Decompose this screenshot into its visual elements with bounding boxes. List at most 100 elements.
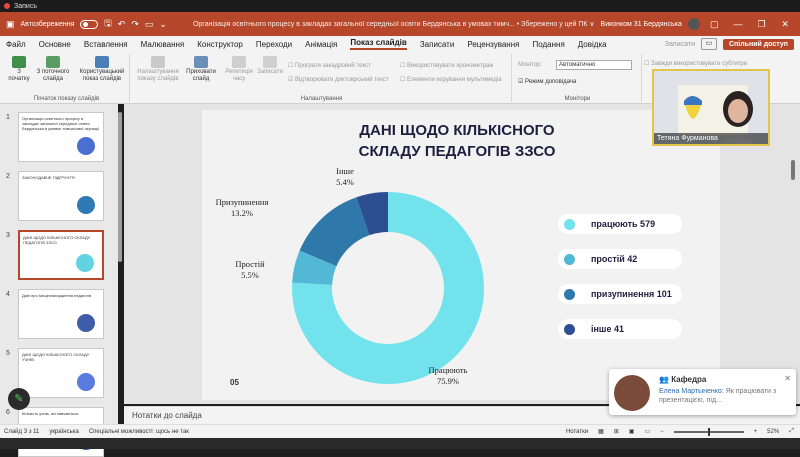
autosave-label: Автозбереження (20, 20, 75, 28)
menu-tab-1[interactable]: Файл (6, 40, 26, 49)
record-label: Записати (257, 69, 283, 75)
thumbnail-graphic (77, 137, 95, 155)
thumbnail-number: 3 (6, 232, 10, 239)
redo-icon[interactable]: ↷ (131, 19, 139, 30)
play-icon (12, 56, 26, 68)
thumbnails-scrollbar[interactable] (118, 112, 122, 262)
fit-to-window-icon[interactable]: ⤢ (789, 428, 800, 435)
slide-sorter-icon[interactable]: ⊞ (614, 428, 619, 435)
menu-tab-2[interactable]: Основне (39, 40, 71, 49)
current-slide[interactable]: Працюють 75.9% Простій 5.5% Призупинення 13.2… (202, 110, 720, 400)
from-current-button[interactable]: З поточного слайда (34, 56, 72, 83)
autosave-toggle[interactable] (80, 19, 99, 29)
hide-slide-label: Приховати слайд (186, 69, 216, 82)
record-button[interactable]: Записати (665, 41, 695, 48)
chat-notification[interactable]: 👥 Кафедра Елена Мартыненко: Як працювати… (609, 369, 796, 415)
legend-label: простій 42 (591, 254, 638, 264)
zoom-in-icon[interactable]: + (754, 429, 758, 435)
thumbnail-number: 2 (6, 173, 10, 180)
slide-thumbnail[interactable]: Дані про місцезнаходження педагогів (18, 289, 104, 339)
setup-show-button[interactable]: Налаштування показу слайдів (136, 56, 180, 83)
canvas-scrollbar[interactable] (791, 160, 795, 180)
undo-icon[interactable]: ↶ (118, 19, 126, 30)
slice-percent-3: 13.2% (231, 208, 253, 218)
thumbnail-title: ДАНІ ЩОДО КІЛЬКІСНОГО СКЛАДУ УЧНІВ (22, 352, 90, 362)
customize-toolbar-icon[interactable]: ⌄ (159, 19, 167, 30)
menu-tab-8[interactable]: Показ слайдів (350, 38, 407, 50)
zoom-out-icon[interactable]: − (660, 429, 664, 435)
taskbar (0, 438, 800, 449)
save-icon[interactable]: 🖫 (104, 16, 112, 32)
close-icon[interactable]: ✕ (784, 374, 791, 383)
custom-show-icon (95, 56, 109, 68)
accessibility-status[interactable]: Спеціальні можливості: щось не так (89, 429, 189, 435)
ribbon-options-icon[interactable]: ▢ (706, 19, 724, 30)
setup-label: Налаштування показу слайдів (137, 69, 179, 82)
user-name[interactable]: Виконком 31 Бердянська (601, 21, 682, 28)
slide-thumbnail[interactable]: ДАНІ ЩОДО КІЛЬКІСНОГО СКЛАДУ ПЕДАГОГІВ З… (18, 230, 104, 280)
legend-item-3: призупинення 101 (558, 284, 682, 304)
thumbnail-graphic (76, 254, 94, 272)
comments-icon[interactable]: ▭ (700, 38, 717, 50)
monitor-select[interactable]: Автоматично (556, 60, 632, 70)
group-start-label: Початок показу слайдів (33, 96, 100, 102)
menu-tab-6[interactable]: Переходи (256, 40, 292, 49)
subtitles-checkbox[interactable]: ☐ Завжди використовувати субтитри (644, 60, 747, 67)
restore-icon[interactable]: ❐ (753, 19, 771, 30)
from-start-button[interactable]: З початку (8, 56, 30, 83)
menu-tab-3[interactable]: Вставлення (84, 40, 128, 49)
document-title[interactable]: Організація освітнього процесу в заклада… (193, 20, 595, 28)
legend-swatch (564, 218, 575, 230)
slide-thumbnail[interactable]: Організація освітнього процесу в заклада… (18, 112, 104, 162)
thumbnail-title: Організація освітнього процесу в заклада… (22, 116, 100, 131)
narration-checkbox[interactable]: ☐ Програти закадровий текст (288, 62, 371, 69)
thumbnail-graphic (77, 373, 95, 391)
hide-slide-button[interactable]: Приховати слайд (184, 56, 218, 83)
webcam-overlay[interactable]: Тетяна Фурманова (652, 69, 770, 146)
zoom-slider[interactable] (673, 427, 744, 436)
thumbnail-title: ЗАКОНОДАВЧЕ ПІДҐРУНТЯ (22, 175, 75, 180)
present-icon[interactable]: ▭ (145, 19, 154, 30)
rehearse-button[interactable]: Репетиція часу (224, 56, 254, 83)
group-setup-label: Налаштування (300, 96, 343, 102)
custom-show-label: Користувацький показ слайдів (79, 69, 125, 82)
record-icon (263, 56, 277, 68)
language-indicator[interactable]: українська (49, 429, 79, 435)
slide-thumbnail[interactable]: ДАНІ ЩОДО КІЛЬКІСНОГО СКЛАДУ УЧНІВ (18, 348, 104, 398)
legend-item-1: працюють 579 (558, 214, 682, 234)
notification-title: 👥 Кафедра (659, 375, 707, 384)
minimize-icon[interactable]: — (729, 19, 747, 29)
presenter-view-checkbox[interactable]: ☑ Режим доповідача (518, 78, 576, 85)
controls-checkbox[interactable]: ☐ Елементи керування мультимедіа (400, 76, 502, 83)
menu-tab-5[interactable]: Конструктор (197, 40, 243, 49)
menu-tab-12[interactable]: Довідка (578, 40, 607, 49)
menu-tab-10[interactable]: Рецензування (467, 40, 519, 49)
close-icon[interactable]: ✕ (776, 19, 794, 30)
webcam-name: Тетяна Фурманова (654, 133, 768, 144)
menu-tab-7[interactable]: Анімація (305, 40, 337, 49)
legend-label: інше 41 (591, 324, 624, 334)
normal-view-icon[interactable]: ▦ (598, 428, 604, 435)
slide-thumbnail[interactable]: ЗАКОНОДАВЧЕ ПІДҐРУНТЯ (18, 171, 104, 221)
zoom-level[interactable]: 52% (767, 429, 779, 435)
record-slideshow-button[interactable]: Записати (256, 56, 284, 76)
reading-view-icon[interactable]: ▣ (629, 428, 635, 435)
menu-tab-4[interactable]: Малювання (141, 40, 185, 49)
recording-bar: Запись (0, 0, 800, 12)
slideshow-icon[interactable]: ▭ (644, 428, 650, 435)
menu-tab-9[interactable]: Записати (420, 40, 455, 49)
menu-bar: Файл Основне Вставлення Малювання Конструкто… (0, 36, 800, 52)
hide-slide-icon (194, 56, 208, 68)
legend-label: призупинення 101 (591, 289, 672, 299)
timings-checkbox[interactable]: ☐ Використовувати хронометраж (400, 62, 493, 69)
pencil-icon[interactable]: ✎ (8, 388, 30, 410)
legend-item-4: інше 41 (558, 319, 682, 339)
media-checkbox[interactable]: ☑ Відтворювати диктоврський текст (288, 76, 389, 83)
menu-tab-11[interactable]: Подання (532, 40, 564, 49)
ribbon-group-monitors: Монітор: Автоматично ☑ Режим доповідача … (514, 54, 642, 102)
legend-label: працюють 579 (591, 219, 656, 229)
custom-show-button[interactable]: Користувацький показ слайдів (76, 56, 128, 83)
avatar[interactable] (687, 18, 700, 30)
share-button[interactable]: Спільний доступ (722, 38, 794, 50)
notes-toggle-button[interactable]: Нотатки (566, 429, 588, 435)
